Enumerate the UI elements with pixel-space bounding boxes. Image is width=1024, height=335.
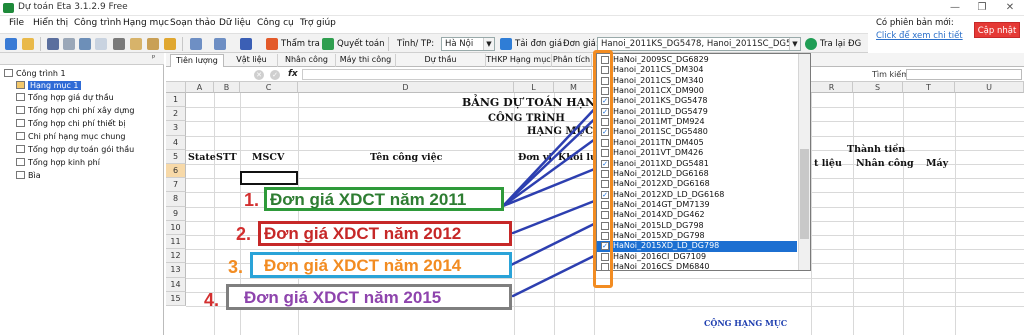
- dropdown-item-label: HaNoi_2016CI_DG7109: [613, 251, 707, 261]
- dropdown-item[interactable]: HaNoi_2014XD_DG462: [597, 210, 797, 221]
- annotation-text-4: Đơn giá XDCT năm 2015: [244, 288, 442, 307]
- dropdown-item[interactable]: HaNoi_2014GT_DM7139: [597, 200, 797, 211]
- dropdown-item[interactable]: Hanoi_2011MT_DM924: [597, 117, 797, 128]
- dropdown-item-label: HaNoi_2012XD_DG6168: [613, 179, 710, 189]
- dropdown-item-label: HaNoi_2012LD_DG6168: [613, 168, 709, 178]
- dropdown-item[interactable]: Hanoi_2011VT_DM426: [597, 148, 797, 159]
- dropdown-item-label: HaNoi_2016CS_DM6840: [613, 262, 710, 271]
- dropdown-item-label: Hanoi_2011CX_DM900: [613, 86, 704, 96]
- dropdown-item-label: HaNoi_2015LD_DG798: [613, 220, 704, 230]
- dropdown-item-label: HaNoi_2009SC_DG6829: [613, 55, 709, 64]
- dropdown-item[interactable]: Hanoi_2011CS_DM304: [597, 65, 797, 76]
- dropdown-item[interactable]: Hanoi_2011CS_DM340: [597, 76, 797, 87]
- price-dropdown-list: HaNoi_2009SC_DG6829 Hanoi_2011CS_DM304 Han…: [596, 53, 811, 271]
- dropdown-item-label: Hanoi_2011MT_DM924: [613, 117, 705, 127]
- dropdown-item-label: Hanoi_2011CS_DM304: [613, 65, 704, 75]
- dropdown-scrollbar[interactable]: [798, 54, 810, 270]
- dropdown-item[interactable]: HaNoi_2012XD_DG6168: [597, 179, 797, 190]
- dropdown-item-label: Hanoi_2011SC_DG5480: [613, 127, 708, 137]
- annotation-number-3: 3.: [228, 257, 244, 277]
- annotation-number-2: 2.: [236, 224, 252, 244]
- dropdown-item-label: HaNoi_2014XD_DG462: [613, 210, 705, 220]
- annotation-text-2: Đơn giá XDCT năm 2012: [264, 224, 462, 243]
- scroll-thumb[interactable]: [800, 149, 809, 239]
- dropdown-item[interactable]: ✓ Hanoi_2011SC_DG5480: [597, 127, 797, 138]
- dropdown-item[interactable]: ✓ Hanoi_2011XD_DG5481: [597, 159, 797, 170]
- dropdown-item-label: Hanoi_2011KS_DG5478: [613, 96, 708, 106]
- annotation-text-3: Đơn giá XDCT năm 2014: [264, 256, 462, 275]
- checkbox-highlight: [593, 50, 613, 288]
- annotation-arrows: [501, 99, 604, 298]
- dropdown-item-label: Hanoi_2011TN_DM405: [613, 137, 704, 147]
- dropdown-item[interactable]: ✓ Hanoi_2011LD_DG5479: [597, 107, 797, 118]
- dropdown-item[interactable]: ✓ HaNoi_2015XD_LD_DG798: [597, 241, 797, 252]
- dropdown-item-label: HaNoi_2014GT_DM7139: [613, 199, 710, 209]
- dropdown-item-label: Hanoi_2011LD_DG5479: [613, 106, 708, 116]
- annotation-number-4: 4.: [204, 290, 220, 310]
- dropdown-item[interactable]: HaNoi_2016CI_DG7109: [597, 252, 797, 263]
- dropdown-item[interactable]: HaNoi_2015LD_DG798: [597, 221, 797, 232]
- dropdown-item[interactable]: HaNoi_2012LD_DG6168: [597, 169, 797, 180]
- dropdown-item[interactable]: ✓ HaNoi_2012XD_LD_DG6168: [597, 190, 797, 201]
- dropdown-item[interactable]: ✓ Hanoi_2011KS_DG5478: [597, 96, 797, 107]
- dropdown-item[interactable]: HaNoi_2009SC_DG6829: [597, 55, 797, 66]
- dropdown-item[interactable]: Hanoi_2011CX_DM900: [597, 86, 797, 97]
- dropdown-item[interactable]: HaNoi_2015XD_DG798: [597, 231, 797, 242]
- dropdown-item-label: Hanoi_2011VT_DM426: [613, 148, 704, 158]
- dropdown-item[interactable]: HaNoi_2016CS_DM6840: [597, 262, 797, 271]
- annotation-text-1: Đơn giá XDCT năm 2011: [270, 190, 467, 209]
- annotation-number-1: 1.: [244, 190, 260, 210]
- dropdown-item[interactable]: Hanoi_2011TN_DM405: [597, 138, 797, 149]
- dropdown-item-label: HaNoi_2015XD_DG798: [613, 230, 705, 240]
- dropdown-item-label: HaNoi_2015XD_LD_DG798: [613, 241, 720, 251]
- dropdown-item-label: Hanoi_2011XD_DG5481: [613, 158, 709, 168]
- dropdown-item-label: Hanoi_2011CS_DM340: [613, 75, 704, 85]
- dropdown-item-label: HaNoi_2012XD_LD_DG6168: [613, 189, 725, 199]
